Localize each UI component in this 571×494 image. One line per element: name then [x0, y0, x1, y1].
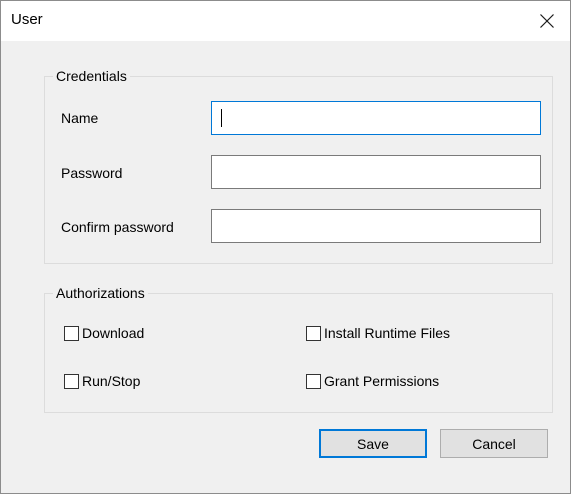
confirm-password-field[interactable] [211, 209, 541, 243]
user-dialog: User Credentials Name Password Confirm p… [0, 0, 571, 494]
text-caret [221, 109, 222, 127]
authorizations-group: Authorizations Download Install Runtime … [44, 285, 553, 413]
download-checkbox[interactable] [64, 325, 79, 341]
install-runtime-files-checkbox[interactable] [306, 325, 321, 341]
name-field[interactable] [211, 101, 541, 135]
close-icon [540, 14, 554, 28]
download-label: Download [82, 325, 145, 341]
run-stop-checkbox[interactable] [64, 373, 79, 389]
install-runtime-files-checkbox-row[interactable]: Install Runtime Files [306, 325, 450, 341]
close-button[interactable] [524, 1, 570, 41]
download-checkbox-row[interactable]: Download [64, 325, 144, 341]
dialog-title: User [11, 11, 43, 28]
credentials-legend: Credentials [53, 68, 130, 84]
authorizations-legend: Authorizations [53, 285, 148, 301]
credentials-group: Credentials Name Password Confirm passwo… [44, 68, 553, 264]
run-stop-checkbox-row[interactable]: Run/Stop [64, 373, 140, 389]
password-label: Password [61, 165, 123, 181]
title-bar: User [1, 1, 570, 41]
grant-permissions-checkbox-row[interactable]: Grant Permissions [306, 373, 439, 389]
grant-permissions-checkbox[interactable] [306, 373, 321, 389]
save-button[interactable]: Save [319, 429, 427, 458]
install-runtime-files-label: Install Runtime Files [324, 325, 451, 341]
password-field[interactable] [211, 155, 541, 189]
cancel-button[interactable]: Cancel [440, 429, 548, 458]
grant-permissions-label: Grant Permissions [324, 373, 440, 389]
run-stop-label: Run/Stop [82, 373, 141, 389]
name-label: Name [61, 110, 99, 126]
confirm-password-label: Confirm password [61, 219, 174, 235]
